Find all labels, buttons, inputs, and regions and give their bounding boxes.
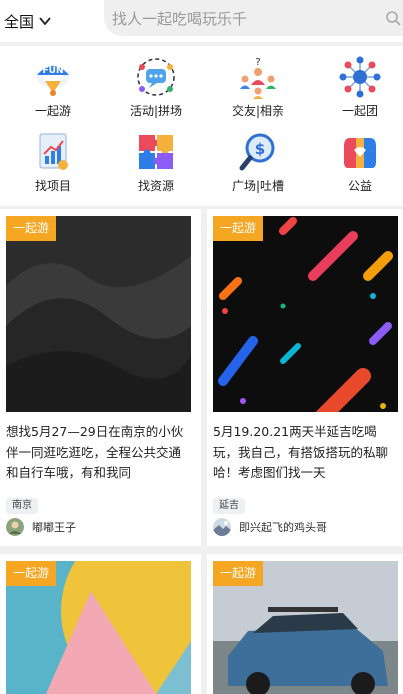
category-group[interactable]: 一起团 — [310, 55, 403, 119]
category-tag: 一起游 — [213, 216, 264, 241]
author-name: 嘟嘟王子 — [32, 521, 76, 534]
post-cover-image — [213, 216, 398, 412]
location-badge: 延吉 — [213, 498, 245, 514]
region-selector[interactable]: 全国 — [0, 0, 104, 42]
project-chart-icon — [31, 130, 75, 174]
post-author[interactable]: 即兴起飞的鸡头哥 — [213, 518, 327, 536]
post-cover-image — [6, 216, 191, 412]
dollar-search-icon: $ — [236, 130, 280, 174]
search-input[interactable]: 找人一起吃喝玩乐千 — [104, 8, 385, 29]
team-hub-icon — [338, 55, 382, 99]
search-bar[interactable]: 找人一起吃喝玩乐千 — [104, 0, 403, 36]
svg-text:FUN: FUN — [43, 66, 64, 76]
category-label: 一起游 — [34, 104, 71, 118]
puzzle-icon — [134, 130, 178, 174]
avatar — [213, 518, 231, 536]
top-bar: 全国 找人一起吃喝玩乐千 — [0, 0, 403, 42]
author-name: 即兴起飞的鸡头哥 — [239, 521, 327, 534]
post-card[interactable]: 一起游 — [0, 554, 201, 694]
avatar — [6, 518, 24, 536]
category-label: 找资源 — [137, 179, 174, 193]
category-projects[interactable]: 找项目 — [3, 130, 103, 194]
charity-hands-icon — [338, 130, 382, 174]
post-card[interactable]: 一起游 想找5月27—29日在南京的小伙伴一同逛吃逛吃，全程公共交通和自行车哦，… — [0, 209, 201, 546]
category-activity[interactable]: 活动|拼场 — [106, 55, 206, 119]
category-label: 活动|拼场 — [129, 104, 183, 118]
category-dating[interactable]: ? 交友|相亲 — [208, 55, 308, 119]
post-card[interactable]: 一起游 5月19.20.21两天半延吉吃喝玩，我自己，有搭饭搭玩的私聊哈！考虑图… — [207, 209, 403, 546]
category-tag: 一起游 — [6, 216, 57, 241]
category-tag: 一起游 — [6, 561, 57, 586]
category-label: 广场|吐槽 — [231, 179, 285, 193]
post-title: 想找5月27—29日在南京的小伙伴一同逛吃逛吃，全程公共交通和自行车哦，有和我同 — [6, 424, 184, 480]
post-card[interactable]: 一起游 — [207, 554, 403, 694]
post-title: 5月19.20.21两天半延吉吃喝玩，我自己，有搭饭搭玩的私聊哈！考虑图们找一天 — [213, 424, 389, 480]
category-travel-together[interactable]: FUN 一起游 — [3, 55, 103, 119]
search-icon[interactable] — [385, 10, 401, 26]
category-label: 找项目 — [34, 179, 71, 193]
fun-balloon-icon: FUN — [31, 55, 75, 99]
category-tag: 一起游 — [213, 561, 264, 586]
people-network-icon: ? — [236, 55, 280, 99]
location-badge: 南京 — [6, 498, 38, 514]
post-author[interactable]: 嘟嘟王子 — [6, 518, 76, 536]
svg-text:?: ? — [255, 57, 260, 68]
category-label: 一起团 — [341, 104, 378, 118]
category-resources[interactable]: 找资源 — [106, 130, 206, 194]
chevron-down-icon — [39, 17, 51, 26]
chat-bubble-icon — [134, 55, 178, 99]
category-charity[interactable]: 公益 — [310, 130, 403, 194]
svg-text:$: $ — [255, 140, 265, 158]
category-label: 交友|相亲 — [231, 104, 285, 118]
region-label: 全国 — [4, 12, 35, 31]
category-label: 公益 — [347, 179, 372, 193]
category-grid: FUN 一起游 活动|拼场 ? 交友|相亲 一起团 找项目 找资源 $ 广场|吐… — [0, 46, 403, 206]
category-square[interactable]: $ 广场|吐槽 — [208, 130, 308, 194]
